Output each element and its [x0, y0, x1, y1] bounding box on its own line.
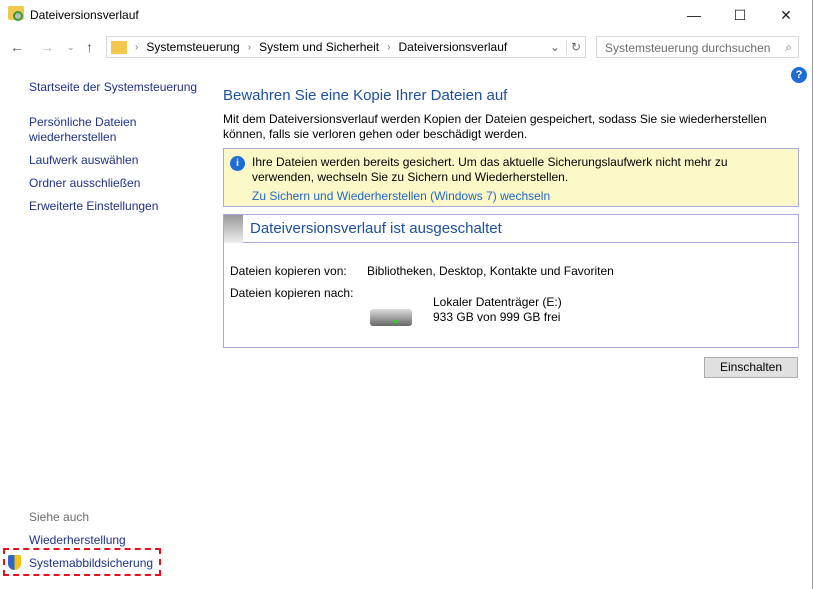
help-icon[interactable]: ? [791, 67, 807, 83]
folder-icon [111, 40, 127, 54]
drive-name: Lokaler Datenträger (E:) [433, 295, 562, 309]
back-button[interactable]: ← [10, 36, 24, 58]
address-bar[interactable]: › Systemsteuerung › System und Sicherhei… [106, 36, 586, 58]
search-icon: ⌕ [785, 40, 792, 54]
chevron-down-icon[interactable]: ⌄ [550, 40, 560, 54]
forward-button[interactable]: → [40, 36, 54, 58]
sidebar-item-select-drive[interactable]: Laufwerk auswählen [29, 153, 199, 168]
breadcrumb-item[interactable]: System und Sicherheit [259, 40, 379, 54]
info-icon: i [230, 156, 245, 171]
recent-dropdown[interactable]: ⌄ [67, 36, 75, 58]
minimize-button[interactable]: — [671, 0, 717, 30]
app-icon [8, 6, 24, 21]
copy-from-label: Dateien kopieren von: [230, 264, 347, 278]
drive-icon [370, 309, 412, 326]
sidebar-item-exclude-folders[interactable]: Ordner ausschließen [29, 176, 199, 191]
info-banner: i Ihre Dateien werden bereits gesichert.… [223, 148, 799, 207]
switch-to-backup-restore-link[interactable]: Zu Sichern und Wiederherstellen (Windows… [252, 189, 790, 204]
chevron-right-icon: › [387, 41, 391, 53]
copy-to-label: Dateien kopieren nach: [230, 286, 354, 300]
page-title: Bewahren Sie eine Kopie Ihrer Dateien au… [223, 87, 508, 104]
header-gradient [224, 214, 243, 243]
sidebar: Startseite der Systemsteuerung Persönlic… [29, 80, 199, 214]
link-recovery[interactable]: Wiederherstellung [29, 533, 126, 548]
close-button[interactable]: ✕ [763, 0, 809, 30]
copy-from-value: Bibliotheken, Desktop, Kontakte und Favo… [367, 264, 614, 278]
enable-button[interactable]: Einschalten [704, 357, 798, 378]
chevron-right-icon: › [247, 41, 252, 53]
page-description: Mit dem Dateiversionsverlauf werden Kopi… [223, 112, 767, 141]
breadcrumb-item[interactable]: Dateiversionsverlauf [398, 40, 507, 54]
see-also-label: Siehe auch [29, 510, 90, 524]
status-panel: Dateiversionsverlauf ist ausgeschaltet D… [223, 214, 799, 348]
highlight-box [3, 548, 161, 576]
drive-space: 933 GB von 999 GB frei [433, 310, 561, 324]
window-title: Dateiversionsverlauf [30, 8, 139, 22]
maximize-button[interactable]: ☐ [717, 0, 763, 30]
breadcrumb-item[interactable]: Systemsteuerung [146, 40, 239, 54]
refresh-icon[interactable]: ↻ [565, 40, 581, 54]
sidebar-item-advanced[interactable]: Erweiterte Einstellungen [29, 199, 199, 214]
up-button[interactable]: ↑ [86, 36, 93, 58]
status-title: Dateiversionsverlauf ist ausgeschaltet [250, 220, 502, 237]
sidebar-item-home[interactable]: Startseite der Systemsteuerung [29, 80, 199, 95]
search-input[interactable]: Systemsteuerung durchsuchen ⌕ [596, 36, 799, 58]
sidebar-item-restore[interactable]: Persönliche Dateien wiederherstellen [29, 115, 149, 145]
search-placeholder: Systemsteuerung durchsuchen [605, 41, 771, 55]
info-text: Ihre Dateien werden bereits gesichert. U… [252, 155, 728, 184]
chevron-right-icon: › [135, 41, 139, 53]
